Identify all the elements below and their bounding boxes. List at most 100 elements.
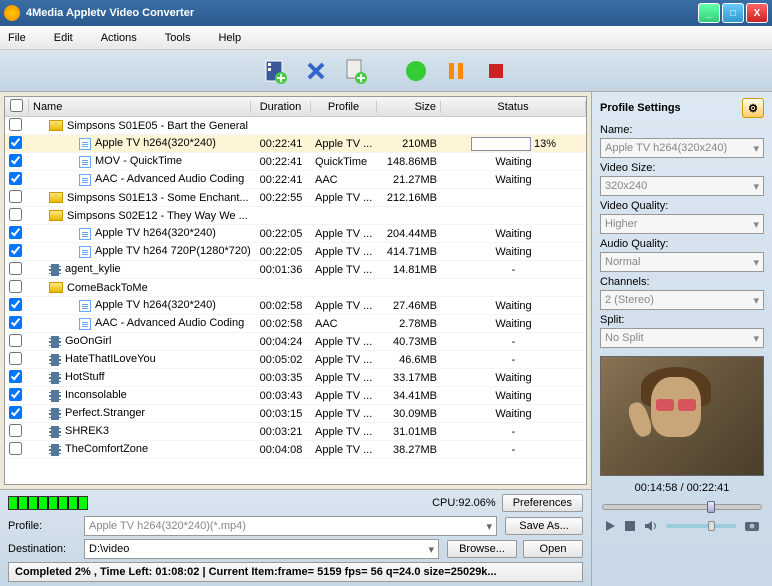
col-duration[interactable]: Duration xyxy=(251,101,311,113)
remove-button[interactable] xyxy=(302,57,330,85)
stop-button[interactable] xyxy=(482,57,510,85)
film-icon xyxy=(49,390,61,402)
row-checkbox[interactable] xyxy=(9,370,22,383)
row-checkbox[interactable] xyxy=(9,118,22,131)
row-checkbox[interactable] xyxy=(9,298,22,311)
open-button[interactable]: Open xyxy=(523,540,583,558)
menu-file[interactable]: File xyxy=(8,32,26,44)
table-row[interactable]: HateThatILoveYou00:05:02Apple TV ...46.6… xyxy=(5,351,586,369)
table-row[interactable]: Simpsons S01E13 - Some Enchant...00:22:5… xyxy=(5,189,586,207)
table-row[interactable]: Inconsolable00:03:43Apple TV ...34.41MBW… xyxy=(5,387,586,405)
row-checkbox[interactable] xyxy=(9,262,22,275)
snapshot-icon[interactable] xyxy=(744,520,760,532)
close-button[interactable]: X xyxy=(746,3,768,23)
title-bar: 4Media Appletv Video Converter _ □ X xyxy=(0,0,772,26)
volume-slider[interactable] xyxy=(666,524,736,528)
film-icon xyxy=(49,426,61,438)
row-checkbox[interactable] xyxy=(9,280,22,293)
volume-icon[interactable] xyxy=(644,520,658,532)
video-preview xyxy=(600,356,764,476)
status-bar: Completed 2% , Time Left: 01:08:02 | Cur… xyxy=(8,562,583,582)
name-label: Name: xyxy=(600,124,764,136)
film-icon xyxy=(49,354,61,366)
row-checkbox[interactable] xyxy=(9,190,22,203)
preferences-button[interactable]: Preferences xyxy=(502,494,583,512)
minimize-button[interactable]: _ xyxy=(698,3,720,23)
row-checkbox[interactable] xyxy=(9,424,22,437)
window-title: 4Media Appletv Video Converter xyxy=(26,7,696,19)
folder-icon xyxy=(49,282,63,293)
document-icon xyxy=(79,318,91,330)
split-field[interactable]: No Split xyxy=(600,328,764,348)
add-file-button[interactable] xyxy=(262,57,290,85)
destination-label: Destination: xyxy=(8,543,84,555)
table-row[interactable]: TheComfortZone00:04:08Apple TV ...38.27M… xyxy=(5,441,586,459)
stop-icon[interactable] xyxy=(624,520,636,532)
table-row[interactable]: Perfect.Stranger00:03:15Apple TV ...30.0… xyxy=(5,405,586,423)
menu-help[interactable]: Help xyxy=(218,32,241,44)
row-checkbox[interactable] xyxy=(9,244,22,257)
document-icon xyxy=(79,300,91,312)
row-checkbox[interactable] xyxy=(9,352,22,365)
videosize-field[interactable]: 320x240 xyxy=(600,176,764,196)
table-row[interactable]: AAC - Advanced Audio Coding00:02:58AAC2.… xyxy=(5,315,586,333)
maximize-button[interactable]: □ xyxy=(722,3,744,23)
row-checkbox[interactable] xyxy=(9,388,22,401)
film-icon xyxy=(49,264,61,276)
table-row[interactable]: AAC - Advanced Audio Coding00:22:41AAC21… xyxy=(5,171,586,189)
table-row[interactable]: Apple TV h264(320*240)00:22:05Apple TV .… xyxy=(5,225,586,243)
destination-combo[interactable]: D:\video xyxy=(84,539,439,559)
channels-field[interactable]: 2 (Stereo) xyxy=(600,290,764,310)
menu-tools[interactable]: Tools xyxy=(165,32,191,44)
row-checkbox[interactable] xyxy=(9,208,22,221)
row-checkbox[interactable] xyxy=(9,442,22,455)
row-checkbox[interactable] xyxy=(9,172,22,185)
row-checkbox[interactable] xyxy=(9,406,22,419)
pause-button[interactable] xyxy=(442,57,470,85)
add-profile-button[interactable] xyxy=(342,57,370,85)
play-icon[interactable] xyxy=(604,520,616,532)
table-row[interactable]: HotStuff00:03:35Apple TV ...33.17MBWaiti… xyxy=(5,369,586,387)
folder-icon xyxy=(49,120,63,131)
row-checkbox[interactable] xyxy=(9,154,22,167)
document-icon xyxy=(79,246,91,258)
videosize-label: Video Size: xyxy=(600,162,764,174)
row-checkbox[interactable] xyxy=(9,316,22,329)
save-as-button[interactable]: Save As... xyxy=(505,517,583,535)
row-checkbox[interactable] xyxy=(9,226,22,239)
film-icon xyxy=(49,372,61,384)
table-row[interactable]: Simpsons S02E12 - They Way We ... xyxy=(5,207,586,225)
film-icon xyxy=(49,444,61,456)
col-size[interactable]: Size xyxy=(377,101,441,113)
film-icon xyxy=(49,336,61,348)
col-name[interactable]: Name xyxy=(29,101,251,113)
table-row[interactable]: SHREK300:03:21Apple TV ...31.01MB- xyxy=(5,423,586,441)
cpu-label: CPU:92.06% xyxy=(432,497,496,509)
table-row[interactable]: Apple TV h264 720P(1280*720)00:22:05Appl… xyxy=(5,243,586,261)
seek-slider[interactable] xyxy=(602,504,762,510)
col-profile[interactable]: Profile xyxy=(311,101,377,113)
videoquality-label: Video Quality: xyxy=(600,200,764,212)
row-checkbox[interactable] xyxy=(9,334,22,347)
split-label: Split: xyxy=(600,314,764,326)
table-row[interactable]: Apple TV h264(320*240)00:22:41Apple TV .… xyxy=(5,135,586,153)
menu-actions[interactable]: Actions xyxy=(101,32,137,44)
settings-gear-icon[interactable]: ⚙ xyxy=(742,98,764,118)
profile-combo[interactable]: Apple TV h264(320*240)(*.mp4) xyxy=(84,516,497,536)
videoquality-field[interactable]: Higher xyxy=(600,214,764,234)
name-field[interactable]: Apple TV h264(320x240) xyxy=(600,138,764,158)
table-row[interactable]: MOV - QuickTime00:22:41QuickTime148.86MB… xyxy=(5,153,586,171)
file-grid[interactable]: Name Duration Profile Size Status Simpso… xyxy=(4,96,587,485)
table-row[interactable]: ComeBackToMe xyxy=(5,279,586,297)
table-row[interactable]: agent_kylie00:01:36Apple TV ...14.81MB- xyxy=(5,261,586,279)
menu-edit[interactable]: Edit xyxy=(54,32,73,44)
col-checkbox[interactable] xyxy=(5,99,29,115)
col-status[interactable]: Status xyxy=(441,101,586,113)
audioquality-field[interactable]: Normal xyxy=(600,252,764,272)
start-button[interactable] xyxy=(402,57,430,85)
row-checkbox[interactable] xyxy=(9,136,22,149)
browse-button[interactable]: Browse... xyxy=(447,540,517,558)
table-row[interactable]: GoOnGirl00:04:24Apple TV ...40.73MB- xyxy=(5,333,586,351)
table-row[interactable]: Apple TV h264(320*240)00:02:58Apple TV .… xyxy=(5,297,586,315)
table-row[interactable]: Simpsons S01E05 - Bart the General xyxy=(5,117,586,135)
